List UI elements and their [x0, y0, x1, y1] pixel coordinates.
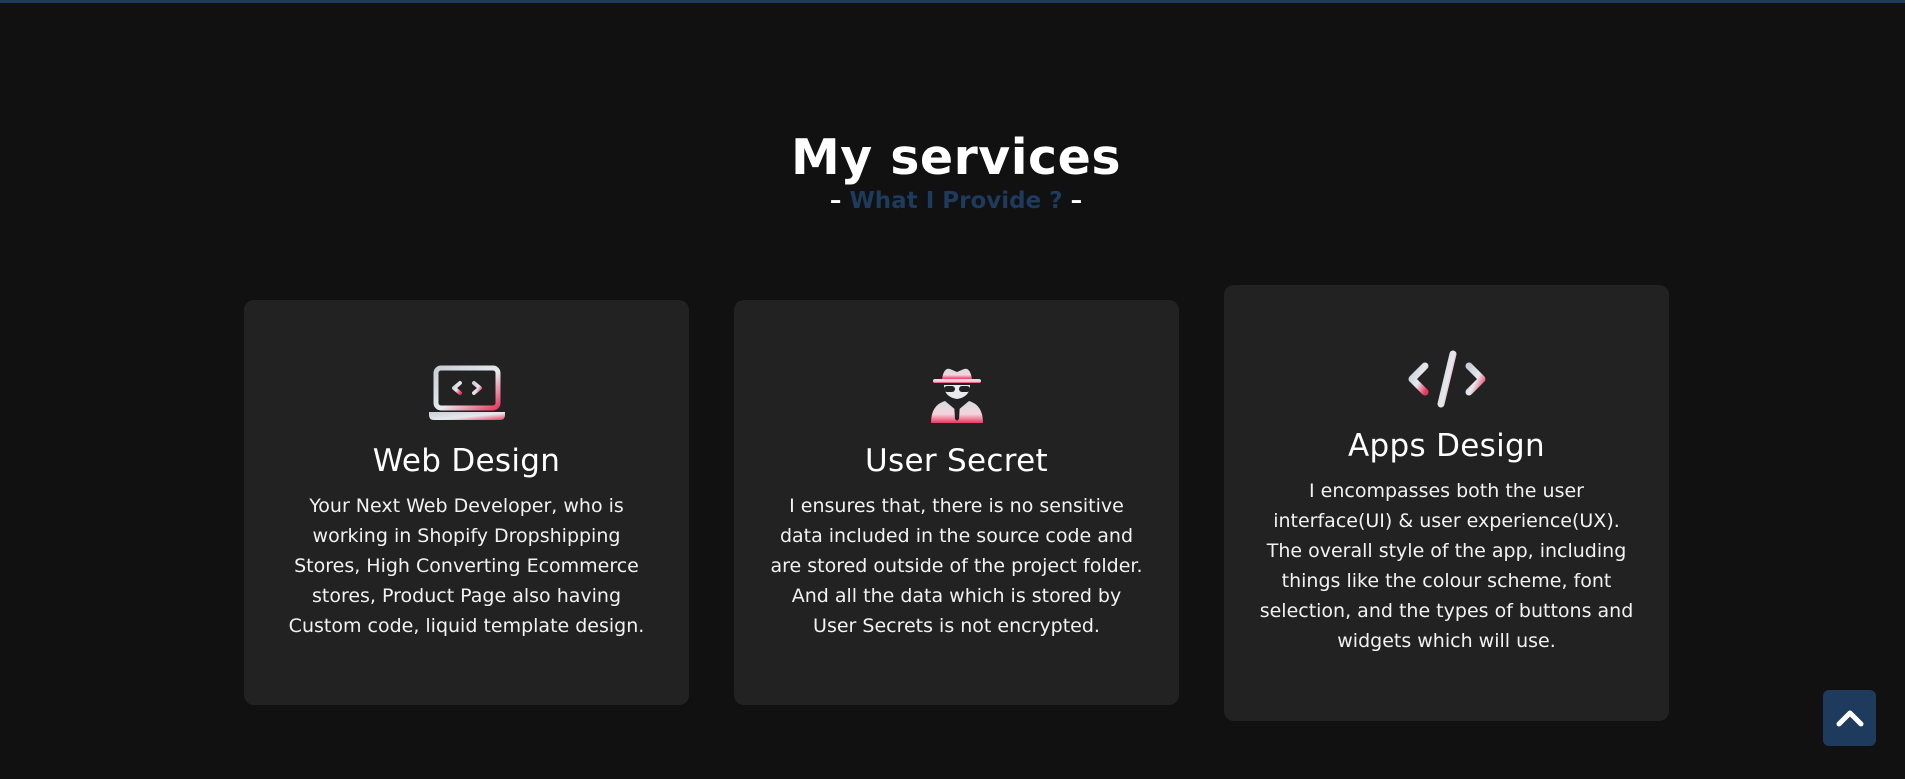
- service-card-user-secret: User Secret I ensures that, there is no …: [734, 300, 1179, 705]
- chevron-up-icon: [1836, 710, 1863, 727]
- code-icon: [1224, 347, 1669, 411]
- card-title: Web Design: [372, 443, 561, 479]
- subtitle-dash-left: –: [829, 188, 842, 214]
- card-description: Your Next Web Developer, who is working …: [288, 495, 645, 637]
- top-divider: [0, 0, 1905, 3]
- service-card-web-design: Web Design Your Next Web Developer, who …: [244, 300, 689, 705]
- scroll-to-top-button[interactable]: [1823, 690, 1876, 746]
- subtitle-dash-right: –: [1070, 188, 1083, 214]
- card-title: User Secret: [865, 443, 1048, 479]
- card-description: I ensures that, there is no sensitive da…: [770, 495, 1143, 637]
- section-title: My services: [790, 129, 1121, 186]
- services-header: My services – What I Provide ? –: [0, 126, 1905, 216]
- section-subtitle: – What I Provide ? –: [0, 186, 1905, 216]
- service-card-apps-design: Apps Design I encompasses both the user …: [1224, 285, 1669, 721]
- user-secret-icon: [734, 362, 1179, 426]
- card-description: I encompasses both the user interface(UI…: [1259, 480, 1634, 652]
- subtitle-text: What I Provide ?: [849, 188, 1063, 214]
- card-title: Apps Design: [1348, 428, 1545, 464]
- laptop-code-icon: [244, 362, 689, 426]
